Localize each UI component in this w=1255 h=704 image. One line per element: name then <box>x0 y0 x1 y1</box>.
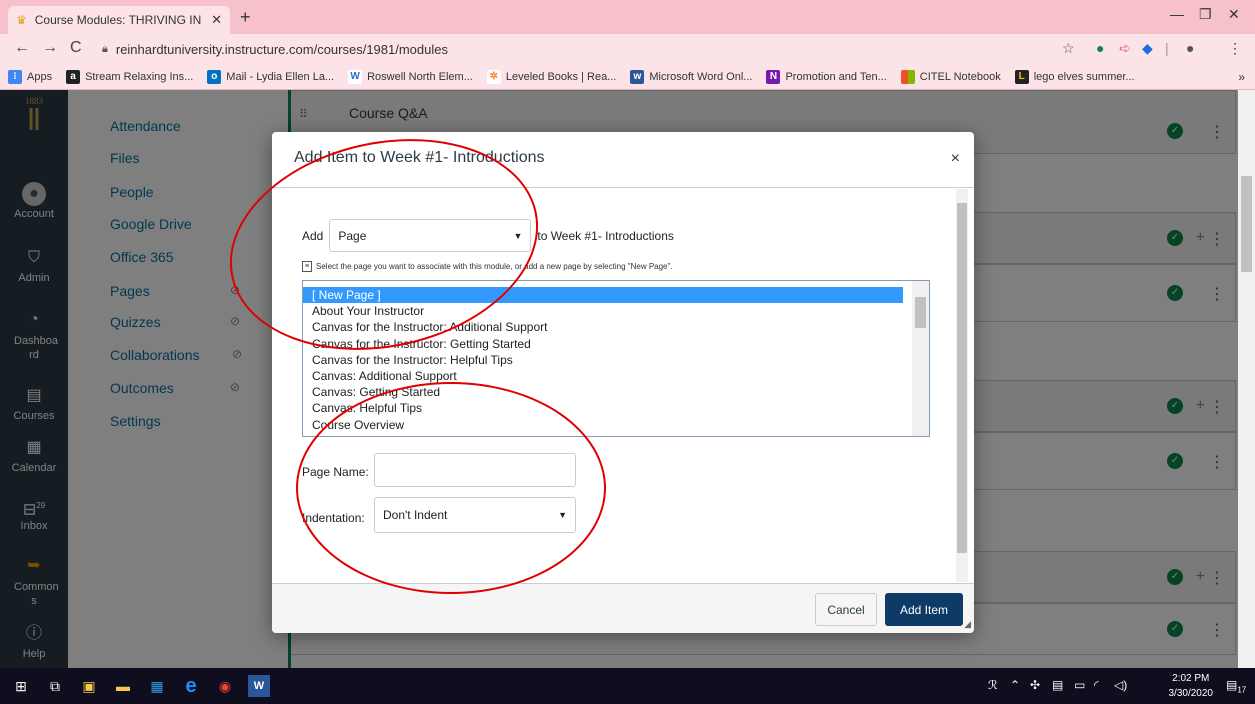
annotation-circle <box>296 382 606 594</box>
add-item-button[interactable]: Add Item <box>885 593 963 626</box>
word-app-icon[interactable]: W <box>248 675 270 697</box>
dialog-scrollbar[interactable] <box>956 189 968 582</box>
bookmark-item[interactable]: ⁝ Apps <box>8 69 52 84</box>
windows-start-icon[interactable]: ⊞ <box>10 675 32 697</box>
windows-taskbar: ⊞ ⧉ ▣ ▬ ▦ e ◉ W ℛ ⌃ ✣ ▤ ▭ ◜ ◁) 2:02 PM 3… <box>0 668 1255 704</box>
system-clock[interactable]: 2:02 PM 3/30/2020 <box>1169 671 1214 701</box>
dialog-footer: Cancel Add Item ◢ <box>272 583 974 633</box>
canvas-favicon-icon: ♛ <box>16 13 27 27</box>
reload-icon[interactable]: C <box>70 39 82 57</box>
new-tab-button[interactable]: + <box>240 7 251 28</box>
word-icon: w <box>630 69 645 84</box>
tray-app-icon[interactable]: ✣ <box>1030 678 1040 692</box>
back-icon[interactable]: ← <box>14 39 30 57</box>
bookmark-item[interactable]: W Roswell North Elem... <box>348 69 473 84</box>
bookmark-item[interactable]: Llego elves summer... <box>1014 69 1135 84</box>
resize-handle-icon[interactable]: ◢ <box>964 619 971 630</box>
bookmarks-bar: ⁝ Apps a Stream Relaxing Ins... o Mail - Ly… <box>0 64 1255 90</box>
toolbar-divider: | <box>1165 40 1169 56</box>
bookmark-star-icon[interactable]: ☆ <box>1062 40 1075 57</box>
address-bar[interactable]: 🔒︎ reinhardtuniversity.instructure.com/c… <box>102 38 1077 60</box>
dialog-scrollbar-thumb[interactable] <box>957 203 967 553</box>
restore-icon[interactable]: ❐ <box>1199 6 1212 23</box>
microsoft-logo-icon <box>900 69 915 84</box>
url-text: reinhardtuniversity.instructure.com/cour… <box>115 41 448 57</box>
profile-avatar-icon[interactable]: ● <box>1186 40 1194 56</box>
bookmark-item[interactable]: CITEL Notebook <box>900 69 1001 84</box>
lock-icon: 🔒︎ <box>102 42 108 55</box>
bookmark-item[interactable]: o Mail - Lydia Ellen La... <box>207 69 334 84</box>
chrome-browser-icon[interactable]: ◉ <box>214 675 236 697</box>
lego-icon: L <box>1014 69 1029 84</box>
to-module-label: to Week #1- Introductions <box>537 228 674 243</box>
tray-chevron-up-icon[interactable]: ⌃ <box>1010 678 1020 692</box>
bookmark-item[interactable]: w Microsoft Word Onl... <box>630 69 752 84</box>
outlook-icon: o <box>207 69 222 84</box>
onenote-icon: N <box>766 69 781 84</box>
people-icon[interactable]: ℛ <box>988 678 998 692</box>
edge-browser-icon[interactable]: e <box>180 675 202 697</box>
task-view-icon[interactable]: ⧉ <box>44 675 66 697</box>
volume-icon[interactable]: ◁) <box>1114 678 1127 692</box>
star-burst-icon: ✲ <box>486 69 501 84</box>
bookmark-item[interactable]: ✲ Leveled Books | Rea... <box>486 69 616 84</box>
battery-icon[interactable]: ▭ <box>1074 678 1085 692</box>
apps-grid-icon: ⁝ <box>8 69 22 84</box>
bookmarks-overflow-icon[interactable]: » <box>1238 70 1245 84</box>
w-logo-icon: W <box>348 69 363 84</box>
browser-tab[interactable]: ♛ Course Modules: THRIVING IN C ✕ <box>8 6 230 34</box>
tab-close-icon[interactable]: ✕ <box>211 12 222 28</box>
store-icon[interactable]: ▣ <box>78 675 100 697</box>
cancel-button[interactable]: Cancel <box>815 593 877 626</box>
page-scrollbar-thumb[interactable] <box>1241 176 1252 272</box>
page-list-scrollbar[interactable] <box>912 281 929 436</box>
action-center-icon[interactable]: ▤17 <box>1226 678 1246 694</box>
browser-tab-strip: ♛ Course Modules: THRIVING IN C ✕ + — ❐ … <box>0 0 1255 34</box>
wifi-icon[interactable]: ◜ <box>1094 678 1099 692</box>
page-scrollbar[interactable] <box>1238 90 1255 668</box>
tab-title: Course Modules: THRIVING IN C <box>34 13 206 27</box>
page-list-item[interactable]: Canvas for the Instructor: Helpful Tips <box>303 352 929 368</box>
forward-icon[interactable]: → <box>42 39 58 57</box>
a-icon: a <box>66 69 81 84</box>
file-explorer-icon[interactable]: ▬ <box>112 675 134 697</box>
bookmark-item[interactable]: N Promotion and Ten... <box>766 69 887 84</box>
page-list-item[interactable]: Canvas: Additional Support <box>303 368 929 384</box>
extension-arrow-icon[interactable]: ➪ <box>1119 40 1131 57</box>
clock-time: 2:02 PM <box>1172 673 1210 684</box>
page-content: 1883 Ⅱ ●Account ⛉Admin ◔Dashboa rd ▤Cour… <box>0 90 1255 668</box>
browser-toolbar: ← → C 🔒︎ reinhardtuniversity.instructure… <box>0 34 1255 64</box>
bookmark-item[interactable]: a Stream Relaxing Ins... <box>66 69 193 84</box>
close-icon[interactable]: × <box>951 150 960 168</box>
browser-menu-icon[interactable]: ⋮ <box>1228 40 1242 57</box>
page-list-scrollbar-thumb[interactable] <box>915 297 926 328</box>
calendar-app-icon[interactable]: ▦ <box>146 675 168 697</box>
close-window-icon[interactable]: ✕ <box>1228 6 1240 23</box>
extension-green-icon[interactable]: ● <box>1096 40 1104 56</box>
clock-date: 3/30/2020 <box>1168 688 1214 699</box>
extension-blue-icon[interactable]: ◆ <box>1142 40 1153 57</box>
minimize-icon[interactable]: — <box>1170 6 1184 22</box>
tray-meet-icon[interactable]: ▤ <box>1052 678 1063 692</box>
